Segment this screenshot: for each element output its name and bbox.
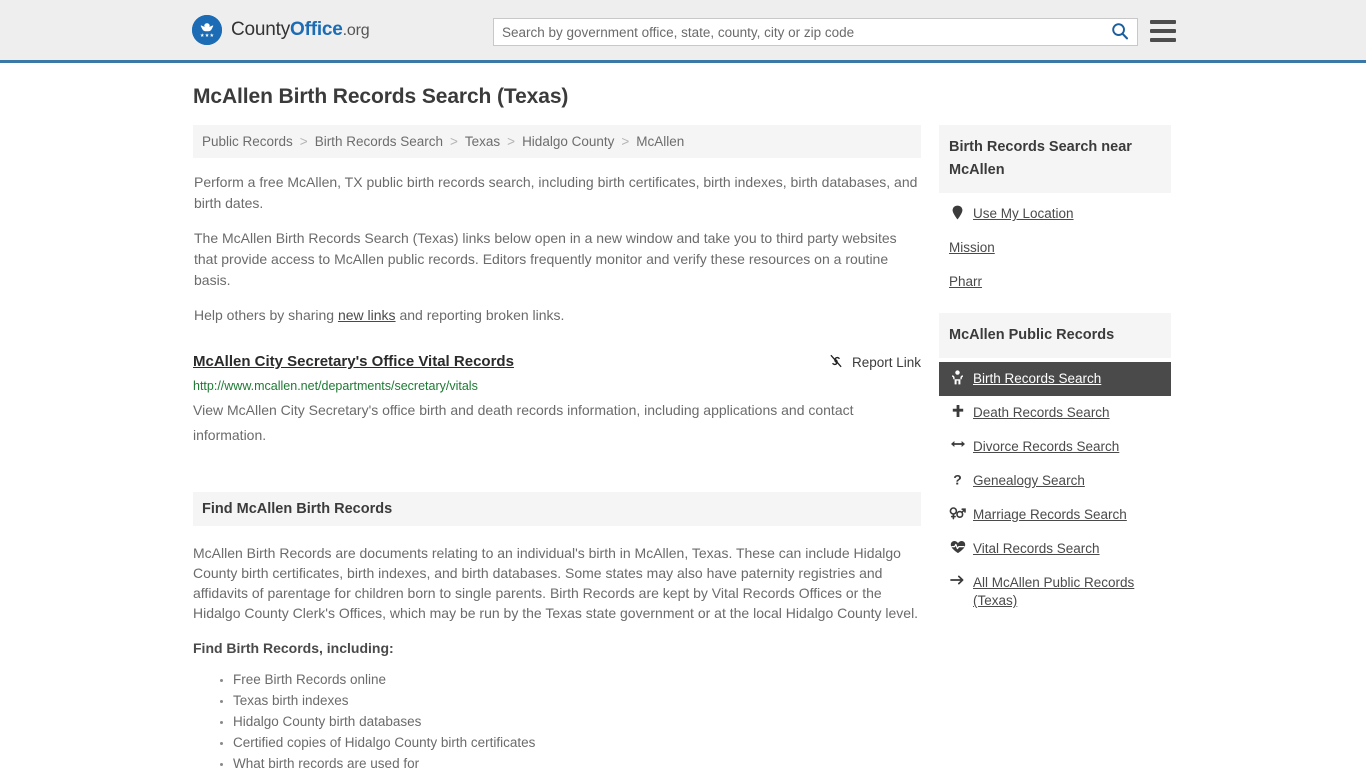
breadcrumb-item-mcallen: McAllen [636,134,685,149]
site-header: CountyOffice.org [0,0,1366,63]
content-layout: Public Records > Birth Records Search > … [193,125,1173,768]
breadcrumb-separator: > [450,134,458,149]
logo-text-office: Office [290,19,343,40]
sidebar-item-label: Pharr [949,274,983,289]
sidebar-item-label: All McAllen Public Records (Texas) [973,575,1135,608]
share-text-after: and reporting broken links. [395,307,565,323]
public-records-links-list: Birth Records Search Death Records Searc… [939,358,1171,618]
sidebar: Birth Records Search near McAllen Use My… [939,125,1171,632]
search-bar [493,18,1138,46]
public-records-panel-title: McAllen Public Records [939,313,1171,358]
site-logo-text: CountyOffice.org [231,19,370,41]
breadcrumb-item-birth-records-search[interactable]: Birth Records Search [315,134,443,149]
cross-plus-icon [949,404,966,418]
content-container: McAllen Birth Records Search (Texas) Pub… [193,63,1173,768]
sidebar-item-use-my-location[interactable]: Use My Location [939,197,1171,231]
section-heading: Find McAllen Birth Records [193,492,921,526]
arrow-right-icon [949,574,966,586]
result-item: McAllen City Secretary's Office Vital Re… [193,352,921,448]
breadcrumb-separator: > [299,134,308,149]
hamburger-bar-2 [1150,29,1176,33]
report-link-button[interactable]: Report Link [828,353,921,372]
logo-text-county: County [231,19,291,40]
hamburger-menu-icon [1150,20,1176,24]
list-item: What birth records are used for [233,754,921,768]
unlink-icon [828,353,844,372]
sidebar-item-label: Vital Records Search [973,541,1100,556]
sidebar-item-birth-records-search[interactable]: Birth Records Search [939,362,1171,396]
main-column: Public Records > Birth Records Search > … [193,125,921,768]
result-url[interactable]: http://www.mcallen.net/departments/secre… [193,378,921,394]
eagle-stars-logo-icon [192,15,222,45]
venus-mars-icon [949,506,966,520]
new-links-link[interactable]: new links [338,307,396,323]
left-right-arrow-icon [949,438,966,450]
map-pin-icon [949,205,966,220]
intro-paragraph-3: Help others by sharing new links and rep… [193,305,921,326]
breadcrumb-separator: > [621,134,630,149]
heartbeat-icon [949,540,966,554]
breadcrumb-separator: > [507,134,516,149]
svg-text:?: ? [953,472,962,487]
search-icon [1111,22,1129,43]
section-paragraph: McAllen Birth Records are documents rela… [193,545,919,621]
nearby-links-list: Use My Location Mission Pharr [939,193,1171,299]
sidebar-item-pharr[interactable]: Pharr [939,265,1171,299]
sidebar-item-marriage-records-search[interactable]: Marriage Records Search [939,498,1171,532]
sidebar-item-label: Marriage Records Search [973,507,1127,522]
intro-paragraph-1: Perform a free McAllen, TX public birth … [194,174,918,211]
intro-paragraph-2: The McAllen Birth Records Search (Texas)… [194,230,897,288]
section-sub-heading: Find Birth Records, including: [193,640,394,656]
sidebar-item-label: Divorce Records Search [973,439,1120,454]
public-records-panel: McAllen Public Records Birth Records Sea… [939,313,1171,618]
result-header-row: McAllen City Secretary's Office Vital Re… [193,352,921,372]
breadcrumb-item-public-records[interactable]: Public Records [202,134,293,149]
birth-records-list: Free Birth Records online Texas birth in… [193,670,921,768]
list-item: Hidalgo County birth databases [233,712,921,732]
sidebar-item-death-records-search[interactable]: Death Records Search [939,396,1171,430]
question-mark-icon: ? [949,472,966,487]
result-title-link[interactable]: McAllen City Secretary's Office Vital Re… [193,352,514,372]
sidebar-item-all-public-records[interactable]: All McAllen Public Records (Texas) [939,566,1171,618]
sidebar-item-mission[interactable]: Mission [939,231,1171,265]
list-item: Certified copies of Hidalgo County birth… [233,733,921,753]
logo-text-org: .org [342,22,370,39]
sidebar-item-vital-records-search[interactable]: Vital Records Search [939,532,1171,566]
site-logo-link[interactable]: CountyOffice.org [192,15,370,45]
sidebar-item-label: Birth Records Search [973,371,1102,386]
nearby-search-panel: Birth Records Search near McAllen Use My… [939,125,1171,299]
hamburger-menu-button[interactable] [1150,20,1176,42]
sidebar-item-divorce-records-search[interactable]: Divorce Records Search [939,430,1171,464]
page-body: McAllen Birth Records Search (Texas) Pub… [0,63,1366,768]
nearby-panel-title: Birth Records Search near McAllen [939,125,1171,193]
baby-icon [949,370,966,385]
report-link-label: Report Link [851,355,921,370]
sidebar-item-label: Genealogy Search [973,473,1085,488]
breadcrumb-item-texas[interactable]: Texas [465,134,500,149]
sidebar-item-label: Use My Location [973,206,1074,221]
page-title: McAllen Birth Records Search (Texas) [193,85,569,108]
hamburger-bar-3 [1150,38,1176,42]
list-item: Free Birth Records online [233,670,921,690]
search-button[interactable] [1103,19,1137,45]
sidebar-item-label: Mission [949,240,995,255]
share-text-before: Help others by sharing [194,307,338,323]
sidebar-item-genealogy-search[interactable]: ? Genealogy Search [939,464,1171,498]
sidebar-item-label: Death Records Search [973,405,1110,420]
list-item: Texas birth indexes [233,691,921,711]
result-description: View McAllen City Secretary's office bir… [193,402,854,443]
breadcrumb-item-hidalgo-county[interactable]: Hidalgo County [522,134,614,149]
breadcrumb: Public Records > Birth Records Search > … [193,125,921,158]
search-input[interactable] [494,19,1103,45]
